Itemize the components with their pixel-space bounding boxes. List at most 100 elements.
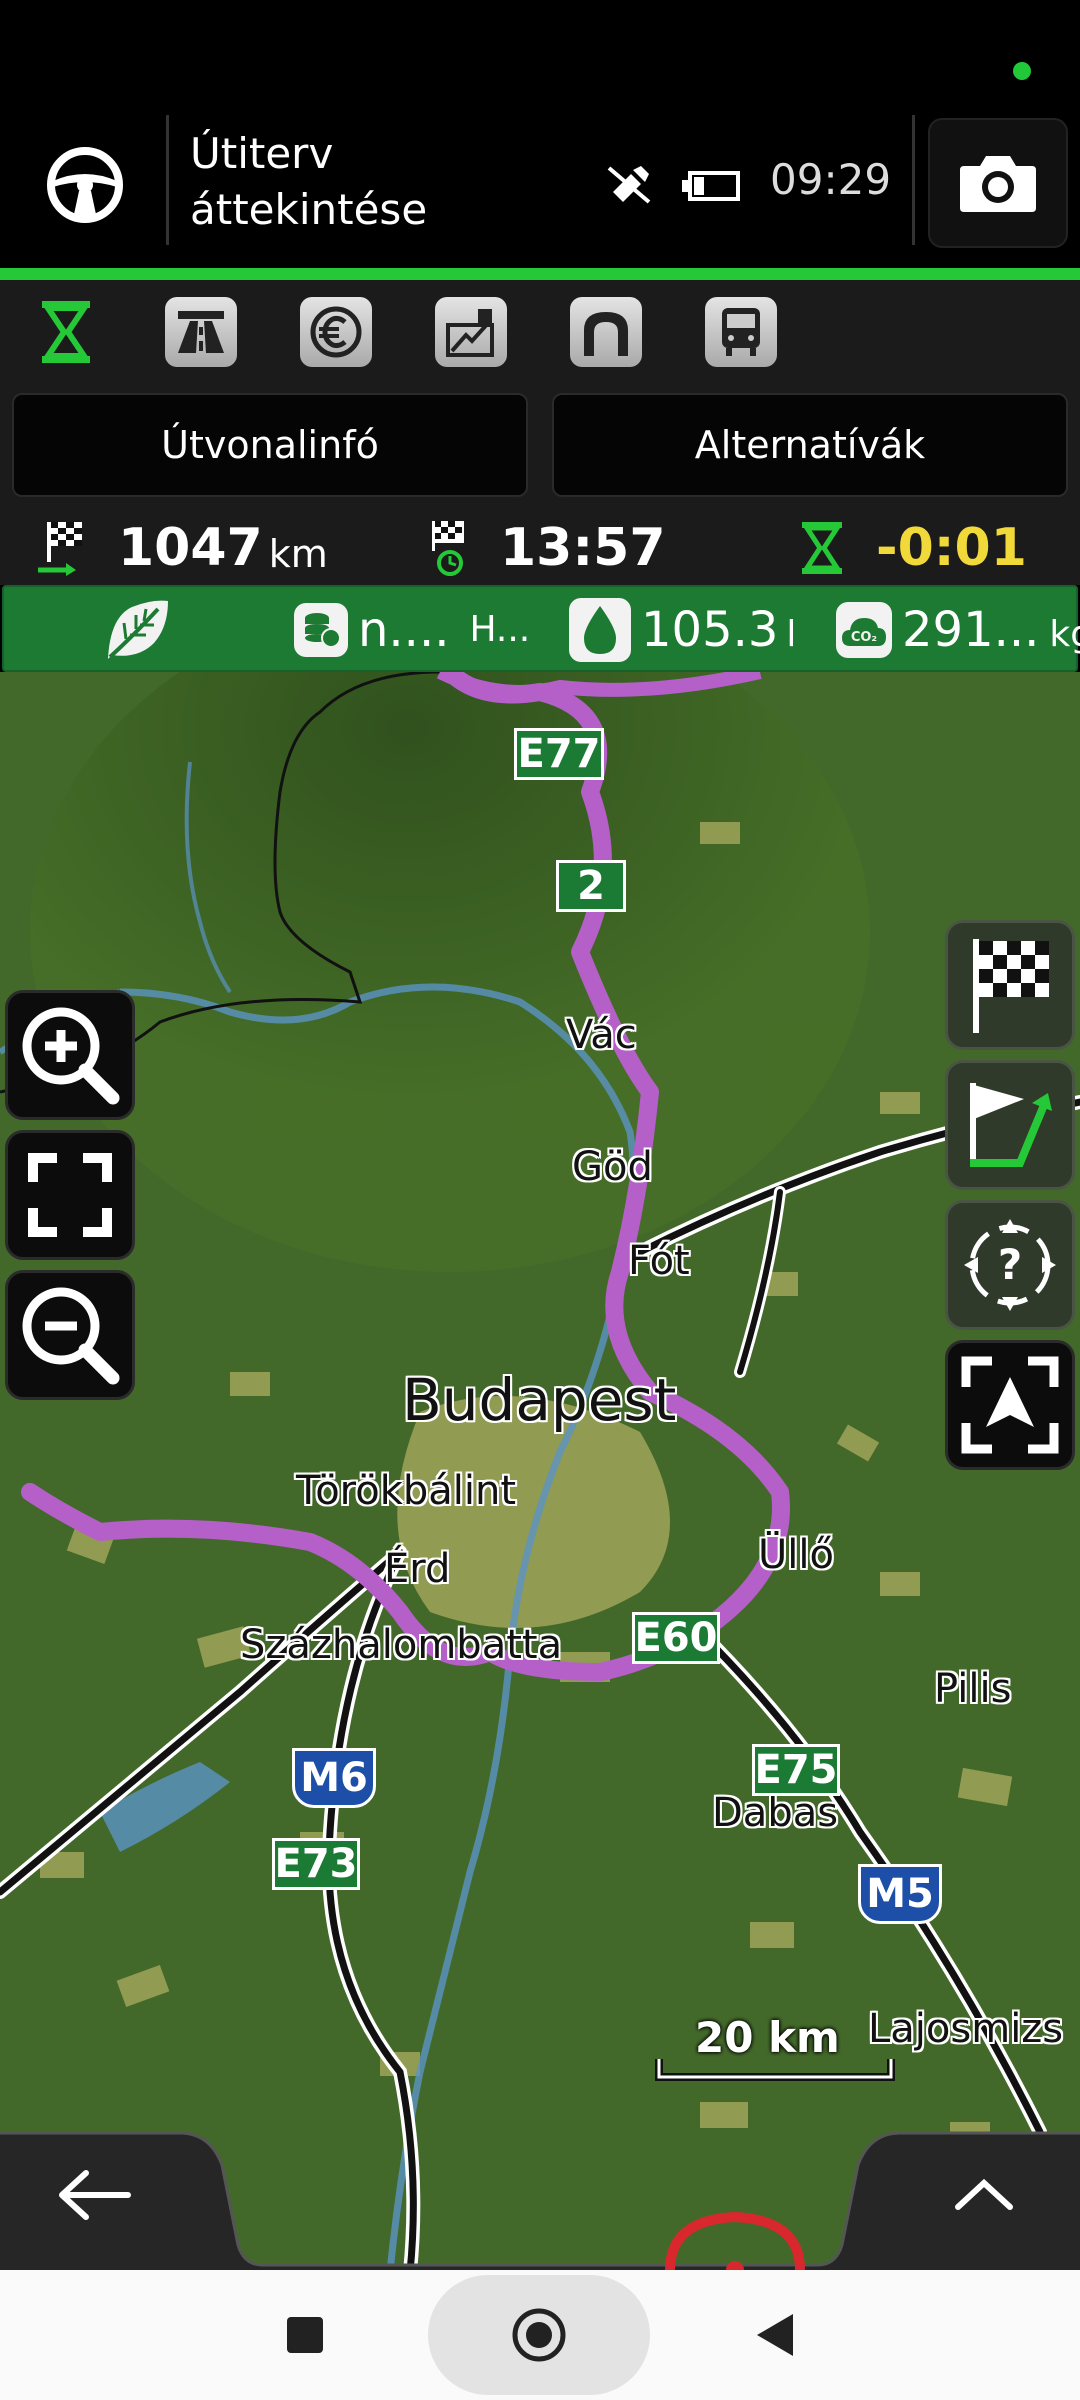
tab-route-info[interactable]: Útvonalinfó [12, 393, 528, 497]
expand-menu-button[interactable] [840, 2125, 1080, 2270]
page-title-line1: Útiterv [190, 129, 334, 178]
tunnel-icon [584, 312, 628, 356]
city-label-ullo: Üllő [758, 1532, 834, 1578]
map-view[interactable]: Vác Göd Fót Budapest Törökbálint Érd Üll… [0, 672, 1080, 2272]
route-tabs: Útvonalinfó Alternatívák [0, 390, 1080, 510]
svg-text:?: ? [998, 1240, 1022, 1289]
zoom-out-button[interactable] [5, 1270, 135, 1400]
question-compass-icon: ? [964, 1219, 1056, 1311]
eco-co2: CO₂ 291... kg [836, 587, 1080, 672]
road-shield-e77: E77 [514, 728, 604, 780]
co2-unit: kg [1049, 614, 1080, 655]
route-summary: 1047 km 13:57 -0:01 [0, 510, 1080, 585]
recents-button[interactable] [240, 2270, 370, 2400]
checkered-flag-icon [973, 939, 1049, 1033]
highway-icon [178, 311, 224, 353]
camera-icon [960, 156, 1036, 212]
car-train-icon [722, 308, 760, 356]
destination-button[interactable] [945, 920, 1075, 1050]
avoid-toll-button[interactable] [300, 296, 372, 368]
arrival-time-value: 13:57 [500, 518, 666, 578]
driving-mode-button[interactable] [20, 110, 150, 260]
distance-info: 1047 km [36, 518, 328, 578]
toll-icon-box [300, 297, 372, 367]
coins-icon-box [294, 602, 348, 657]
map-scale: 20 km [655, 2013, 895, 2081]
home-button[interactable] [428, 2270, 650, 2400]
road-shield-m5: M5 [858, 1864, 942, 1924]
road-shield-2: 2 [556, 860, 626, 912]
hourglass-icon [802, 522, 842, 574]
flag-route-icon [970, 1083, 1052, 1167]
home-button-pill [428, 2275, 650, 2395]
coins-icon [305, 612, 341, 648]
header-separator [166, 115, 169, 245]
eco-cost: n.... H... [294, 587, 530, 672]
zoom-in-button[interactable] [5, 990, 135, 1120]
leaf-icon [108, 600, 168, 659]
route-options-toolbar [0, 280, 1080, 390]
co2-badge-text: CO₂ [851, 630, 877, 645]
cost-currency: H... [469, 609, 531, 650]
delay-value: -0:01 [876, 518, 1027, 578]
square-icon [287, 2317, 323, 2353]
fastest-route-button[interactable] [30, 296, 102, 368]
eco-info-bar[interactable]: n.... H... 105.3 l CO₂ 291... kg [2, 585, 1080, 672]
tunnel-icon-box [570, 297, 642, 367]
scale-bar [655, 2059, 895, 2081]
simulate-route-button[interactable] [945, 1060, 1075, 1190]
fit-route-button[interactable] [5, 1130, 135, 1260]
system-navigation-bar [0, 2270, 1080, 2400]
arrival-time-icon [432, 521, 464, 576]
city-label-szazhalombatta: Százhalombatta [240, 1622, 563, 1668]
co2-value: 291... [902, 601, 1040, 658]
road-shield-e75: E75 [752, 1744, 840, 1796]
co2-icon-box: CO₂ [836, 601, 892, 658]
city-label-budapest: Budapest [402, 1366, 677, 1434]
tab-alternatives[interactable]: Alternatívák [552, 393, 1068, 497]
clock: 09:29 [770, 155, 892, 204]
fuel-drop-icon-box [569, 597, 631, 662]
header-accent-line [0, 268, 1080, 280]
city-label-pilis: Pilis [934, 1666, 1012, 1712]
road-shield-e60: E60 [632, 1612, 720, 1664]
battery-icon [682, 171, 740, 201]
city-label-dabas: Dabas [712, 1790, 839, 1836]
steering-wheel-icon [47, 147, 123, 223]
eco-leaf [102, 587, 172, 672]
co2-cloud-icon: CO₂ [842, 617, 886, 646]
hourglass-icon [42, 301, 90, 363]
eco-fuel: 105.3 l [569, 587, 796, 672]
back-button[interactable] [0, 2125, 240, 2270]
distance-unit: km [268, 532, 328, 576]
avoid-tunnel-button[interactable] [570, 296, 642, 368]
fit-screen-icon [28, 1153, 112, 1237]
highway-icon-box [165, 297, 237, 367]
city-label-vac: Vác [566, 1012, 637, 1058]
city-label-god: Göd [572, 1144, 653, 1190]
distance-value: 1047 [118, 518, 263, 578]
road-shield-m6: M6 [292, 1748, 376, 1808]
system-back-button[interactable] [710, 2270, 840, 2400]
avoid-ferry-button[interactable] [705, 296, 777, 368]
arrival-info: 13:57 [428, 518, 666, 578]
train-icon-box [705, 297, 777, 367]
avoid-permit-button[interactable] [435, 296, 507, 368]
triangle-back-icon [757, 2314, 793, 2356]
avoid-highway-button[interactable] [165, 296, 237, 368]
status-dot [1013, 62, 1031, 80]
zoom-in-icon [22, 1007, 120, 1105]
header-separator-2 [912, 115, 915, 245]
fuel-value: 105.3 [641, 601, 779, 658]
home-circle-icon [512, 2308, 566, 2362]
page-title-line2: áttekintése [190, 185, 428, 234]
gps-off-icon [607, 166, 651, 204]
fuel-unit: l [786, 614, 797, 655]
cost-value: n.... [358, 601, 450, 658]
destination-flag-icon [38, 522, 82, 576]
city-label-erd: Érd [384, 1546, 451, 1592]
recenter-button[interactable] [945, 1340, 1075, 1470]
route-help-button[interactable]: ? [945, 1200, 1075, 1330]
screenshot-button[interactable] [928, 118, 1068, 248]
delay-info: -0:01 [800, 518, 1027, 578]
